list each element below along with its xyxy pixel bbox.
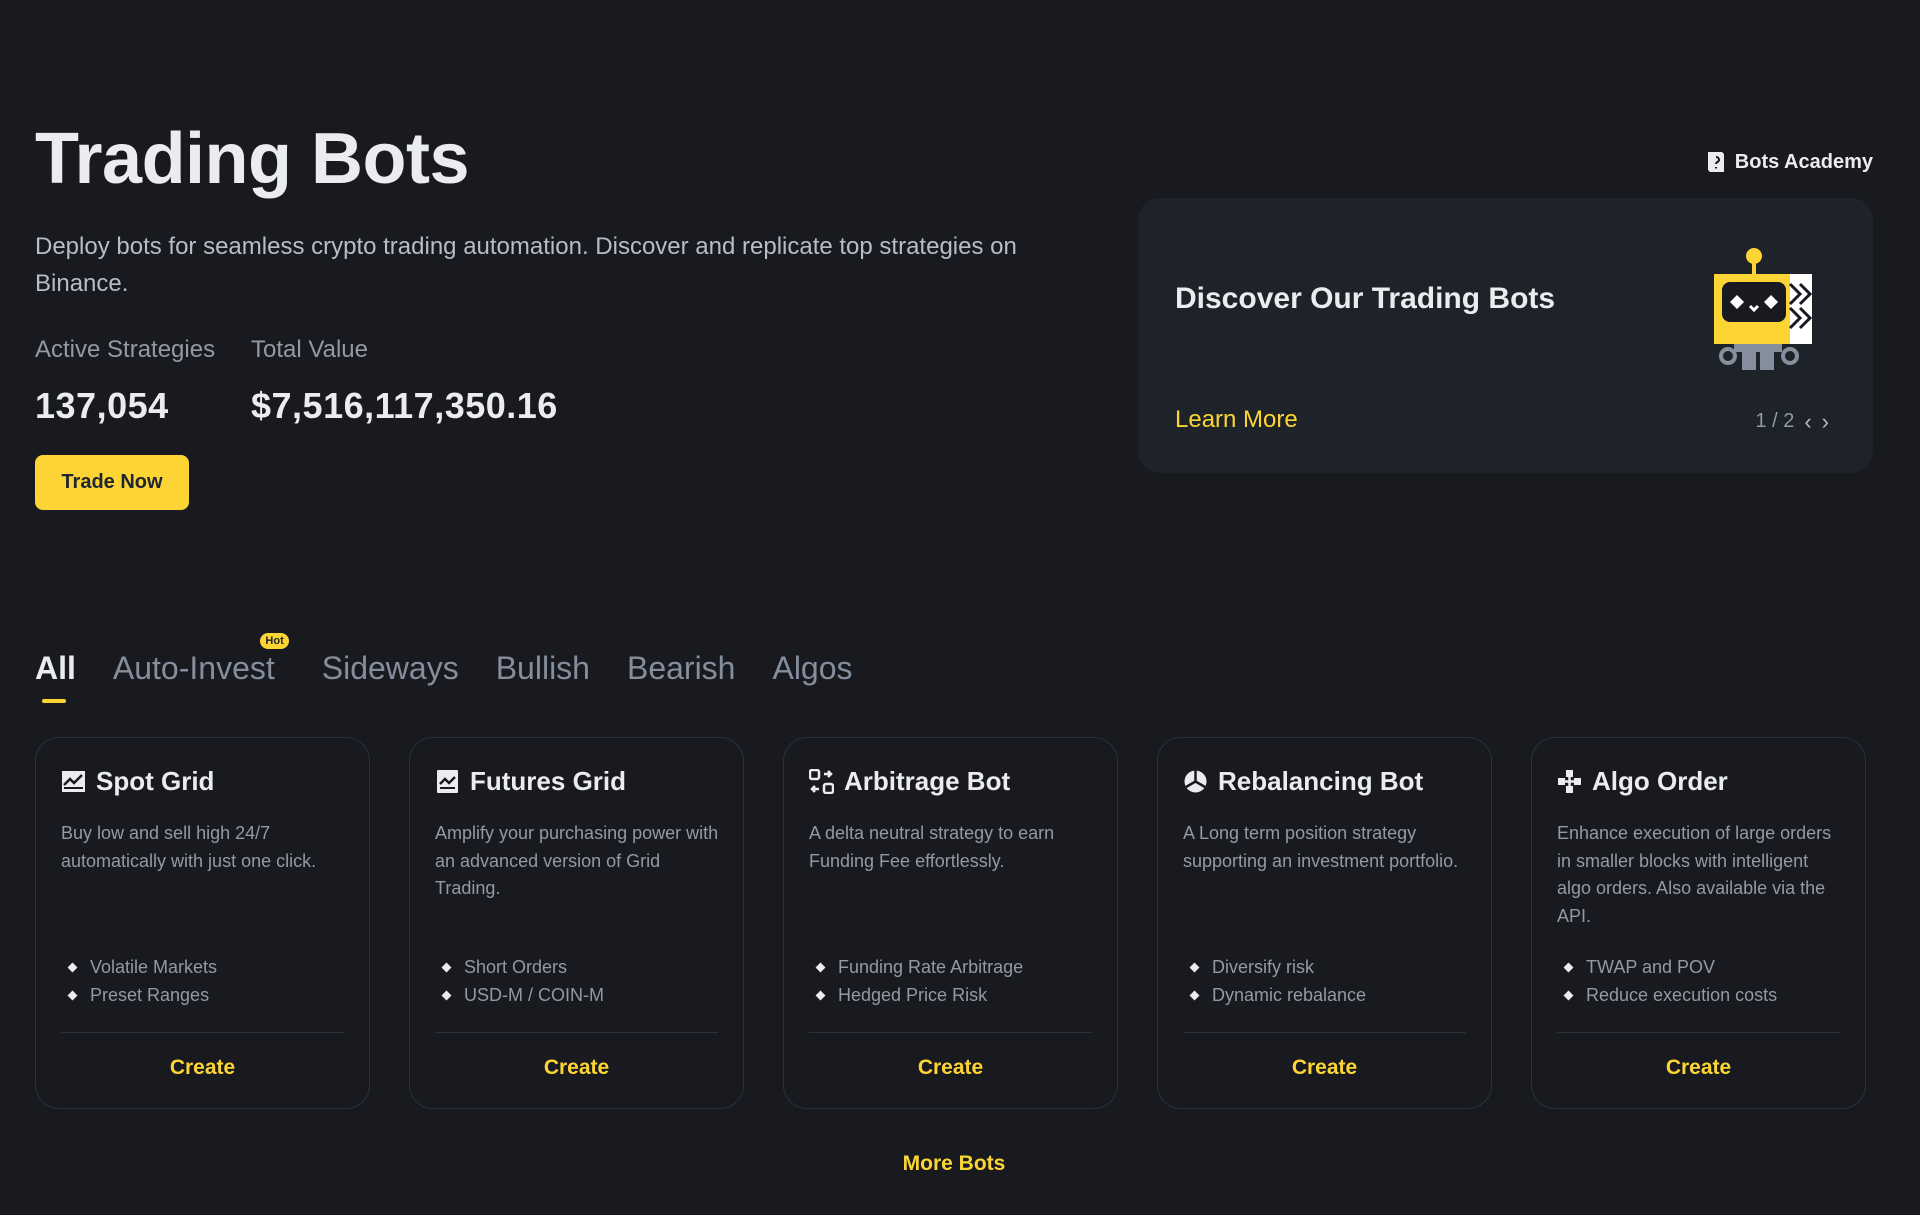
hot-badge: Hot	[260, 633, 289, 649]
trade-now-button[interactable]: Trade Now	[35, 455, 189, 510]
card-description: Enhance execution of large orders in sma…	[1557, 823, 1832, 926]
divider	[435, 1032, 718, 1033]
bot-card-rebalancing-bot: Rebalancing Bot A Long term position str…	[1157, 737, 1492, 1109]
stat-label: Total Value	[251, 336, 368, 363]
diamond-icon	[67, 962, 78, 972]
stat-value: $7,516,117,350.16	[251, 385, 558, 426]
stat-label: Active Strategies	[35, 336, 216, 363]
pager-next-icon[interactable]: ›	[1822, 410, 1829, 432]
card-description: Buy low and sell high 24/7 automatically…	[61, 823, 317, 871]
feature-item: Funding Rate Arbitrage	[809, 953, 1023, 981]
feature-label: Dynamic rebalance	[1212, 985, 1367, 1005]
feature-label: Diversify risk	[1212, 957, 1314, 977]
feature-label: Reduce execution costs	[1586, 985, 1778, 1005]
bot-card-algo-order: Algo Order Enhance execution of large or…	[1531, 737, 1866, 1109]
diamond-icon	[1563, 962, 1574, 972]
learn-more-link[interactable]: Learn More	[1175, 406, 1298, 434]
diamond-icon	[441, 962, 452, 972]
divider	[61, 1032, 344, 1033]
divider	[809, 1032, 1092, 1033]
stat-value: 137,054	[35, 385, 169, 426]
feature-item: Volatile Markets	[61, 953, 217, 981]
create-button[interactable]: Create	[1532, 1056, 1865, 1080]
tab-all[interactable]: All	[35, 646, 76, 703]
create-button[interactable]: Create	[410, 1056, 743, 1080]
page-subtitle: Deploy bots for seamless crypto trading …	[35, 233, 1017, 297]
page-title: Trading Bots	[35, 119, 470, 199]
feature-label: Funding Rate Arbitrage	[838, 957, 1024, 977]
divider	[1183, 1032, 1466, 1033]
feature-item: Diversify risk	[1183, 953, 1366, 981]
card-features: Volatile Markets Preset Ranges	[61, 953, 217, 1009]
bots-academy-link[interactable]: Bots Academy	[1705, 150, 1873, 174]
stat-total-value: Total Value $7,516,117,350.16	[251, 332, 558, 428]
futures-chart-icon	[437, 770, 458, 793]
robot-illustration	[1714, 248, 1813, 370]
promo-pager: 1 / 2 ‹ ›	[1755, 410, 1829, 433]
pager-prev-icon[interactable]: ‹	[1804, 410, 1811, 432]
arbitrage-icon	[809, 769, 834, 794]
diamond-icon	[1563, 990, 1574, 1000]
bot-card-futures-grid: Futures Grid Amplify your purchasing pow…	[409, 737, 744, 1109]
tab-bearish[interactable]: Bearish	[627, 646, 736, 690]
feature-label: Preset Ranges	[90, 985, 210, 1005]
bots-academy-label: Bots Academy	[1734, 150, 1873, 173]
tab-bullish[interactable]: Bullish	[496, 646, 590, 690]
category-tabs: All Auto-Invest Hot Sideways Bullish Bea…	[35, 633, 890, 703]
feature-label: Volatile Markets	[90, 957, 218, 977]
book-icon	[1707, 152, 1724, 172]
more-bots-link[interactable]: More Bots	[0, 1152, 1908, 1176]
chart-icon	[62, 771, 85, 792]
algo-icon	[1558, 770, 1581, 793]
pie-icon	[1184, 770, 1207, 793]
card-title: Algo Order	[1592, 766, 1728, 796]
card-description: A delta neutral strategy to earn Funding…	[809, 823, 1055, 871]
create-button[interactable]: Create	[784, 1056, 1117, 1080]
bot-card-spot-grid: Spot Grid Buy low and sell high 24/7 aut…	[35, 737, 370, 1109]
tab-label: Auto-Invest	[112, 650, 275, 686]
diamond-icon	[1189, 990, 1200, 1000]
promo-banner: Discover Our Trading Bots Learn More 1 /…	[1138, 198, 1873, 473]
feature-item: TWAP and POV	[1557, 953, 1777, 981]
diamond-icon	[67, 990, 78, 1000]
feature-label: TWAP and POV	[1586, 957, 1716, 977]
card-features: TWAP and POV Reduce execution costs	[1557, 953, 1777, 1009]
pager-count: 1 / 2	[1755, 410, 1795, 432]
card-description: Amplify your purchasing power with an ad…	[435, 823, 719, 898]
card-title: Spot Grid	[96, 766, 215, 796]
promo-title: Discover Our Trading Bots	[1175, 282, 1556, 315]
stat-active-strategies: Active Strategies 137,054	[35, 332, 215, 428]
card-title: Rebalancing Bot	[1218, 766, 1424, 796]
feature-item: Short Orders	[435, 953, 604, 981]
feature-label: Short Orders	[464, 957, 568, 977]
card-features: Short Orders USD-M / COIN-M	[435, 953, 604, 1009]
card-features: Funding Rate Arbitrage Hedged Price Risk	[809, 953, 1023, 1009]
bot-card-arbitrage-bot: Arbitrage Bot A delta neutral strategy t…	[783, 737, 1118, 1109]
card-title: Futures Grid	[470, 766, 627, 796]
tab-auto-invest[interactable]: Auto-Invest Hot	[112, 633, 289, 690]
card-title: Arbitrage Bot	[844, 766, 1011, 796]
feature-item: Preset Ranges	[61, 981, 217, 1009]
feature-label: USD-M / COIN-M	[464, 985, 604, 1005]
create-button[interactable]: Create	[1158, 1056, 1491, 1080]
diamond-icon	[441, 990, 452, 1000]
feature-item: Hedged Price Risk	[809, 981, 1023, 1009]
feature-item: Reduce execution costs	[1557, 981, 1777, 1009]
diamond-icon	[815, 962, 826, 972]
diamond-icon	[815, 990, 826, 1000]
card-features: Diversify risk Dynamic rebalance	[1183, 953, 1366, 1009]
tab-sideways[interactable]: Sideways	[322, 646, 459, 690]
feature-item: Dynamic rebalance	[1183, 981, 1366, 1009]
tab-algos[interactable]: Algos	[772, 646, 852, 690]
diamond-icon	[1189, 962, 1200, 972]
create-button[interactable]: Create	[36, 1056, 369, 1080]
feature-item: USD-M / COIN-M	[435, 981, 604, 1009]
feature-label: Hedged Price Risk	[838, 985, 988, 1005]
card-description: A Long term position strategy supporting…	[1183, 823, 1459, 871]
divider	[1557, 1032, 1840, 1033]
